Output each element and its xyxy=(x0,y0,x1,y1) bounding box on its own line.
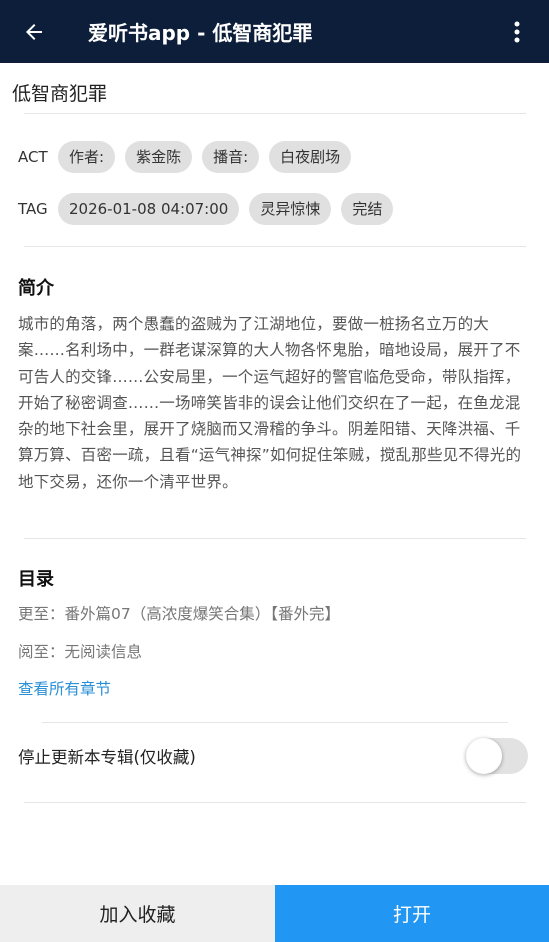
tag-row: TAG 2026-01-08 04:07:00 灵异惊悚 完结 xyxy=(18,193,403,225)
author-chip[interactable]: 紫金陈 xyxy=(125,141,193,173)
updated-to-text: 更至：番外篇07（高浓度爆笑合集）【番外完】 xyxy=(18,605,340,623)
stop-update-toggle[interactable] xyxy=(466,738,528,774)
intro-text: 城市的角落，两个愚蠢的盗贼为了江湖地位，要做一桩扬名立万的大案……名利场中，一群… xyxy=(18,315,522,491)
divider xyxy=(24,802,526,803)
back-button[interactable] xyxy=(16,14,52,50)
catalog-title: 目录 xyxy=(18,569,54,590)
divider xyxy=(42,722,508,723)
read-to-text: 阅至：无阅读信息 xyxy=(18,643,143,661)
page-title: 爱听书app - 低智商犯罪 xyxy=(88,21,313,45)
tag-label: TAG xyxy=(18,200,48,218)
add-to-favorites-button[interactable]: 加入收藏 xyxy=(0,885,275,942)
app-root: 爱听书app - 低智商犯罪 低智商犯罪 ACT 作者: 紫金陈 播音: 白夜剧… xyxy=(0,0,549,942)
act-row: ACT 作者: 紫金陈 播音: 白夜剧场 xyxy=(18,141,361,173)
act-label: ACT xyxy=(18,148,48,166)
more-vertical-icon xyxy=(514,21,520,43)
author-label-chip[interactable]: 作者: xyxy=(58,141,116,173)
more-options-button[interactable] xyxy=(507,14,527,50)
update-time-chip[interactable]: 2026-01-08 04:07:00 xyxy=(58,193,240,225)
view-all-chapters-link[interactable]: 查看所有章节 xyxy=(18,677,111,699)
genre-chip[interactable]: 灵异惊悚 xyxy=(249,193,332,225)
toggle-knob xyxy=(466,738,502,774)
book-title: 低智商犯罪 xyxy=(12,83,108,105)
divider xyxy=(24,538,526,539)
stop-update-label: 停止更新本专辑(仅收藏) xyxy=(18,748,196,767)
narrator-chip[interactable]: 白夜剧场 xyxy=(269,141,352,173)
app-bar: 爱听书app - 低智商犯罪 xyxy=(0,0,549,63)
arrow-left-icon xyxy=(26,24,42,40)
divider xyxy=(24,113,526,114)
divider xyxy=(24,246,526,247)
intro-title: 简介 xyxy=(18,278,54,299)
status-chip[interactable]: 完结 xyxy=(341,193,394,225)
open-button[interactable]: 打开 xyxy=(275,885,549,942)
narrator-label-chip[interactable]: 播音: xyxy=(202,141,260,173)
